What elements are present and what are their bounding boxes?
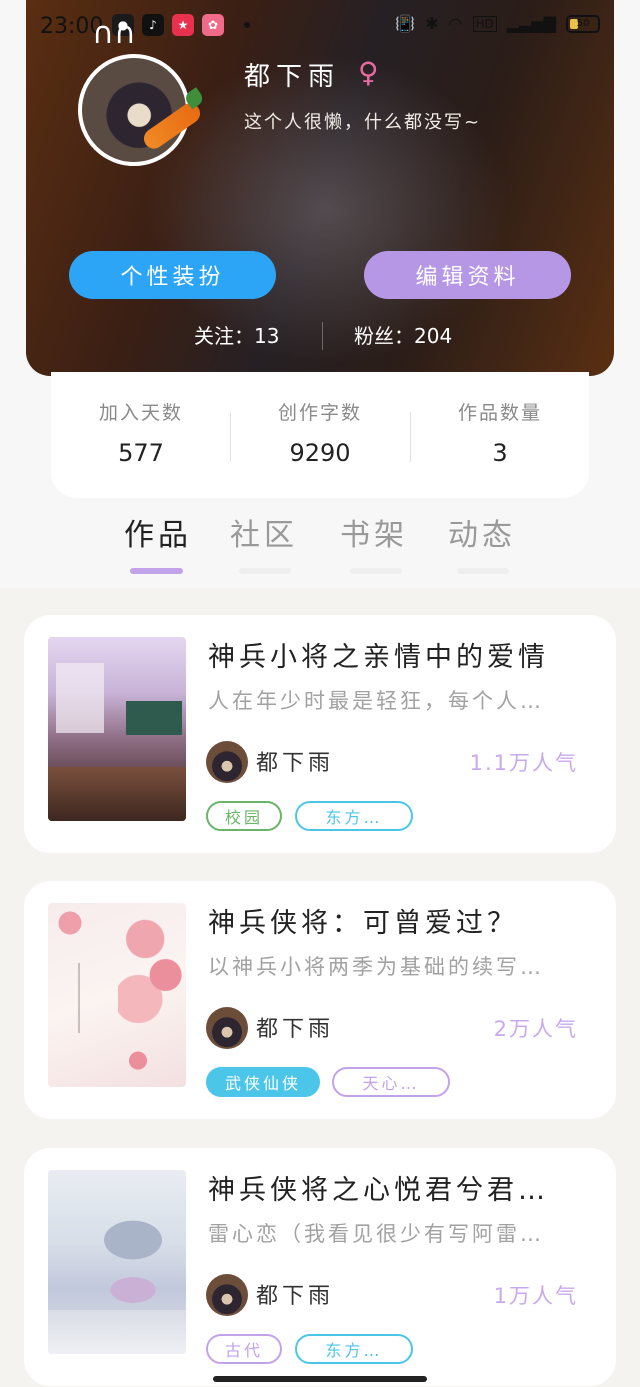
mountain-shape	[88, 1210, 178, 1270]
mist-shape	[48, 1310, 186, 1354]
stat-value: 3	[492, 439, 508, 467]
tree-shape	[98, 1270, 168, 1310]
following-count[interactable]: 关注：13	[194, 320, 279, 349]
tag[interactable]: 东方…	[295, 801, 413, 831]
popularity: 1万人气	[493, 1284, 578, 1308]
calligraphy-shape	[78, 963, 106, 1033]
tab-activity[interactable]: 动态	[448, 510, 516, 554]
dressup-button[interactable]: 个性装扮	[69, 251, 276, 299]
work-title: 神兵侠将：可曾爱过？	[208, 908, 518, 939]
tab-community[interactable]: 社区	[230, 510, 298, 554]
tab-works[interactable]: 作品	[124, 510, 192, 554]
wifi-icon: ◠	[448, 14, 463, 33]
popularity: 2万人气	[493, 1017, 578, 1041]
divider	[322, 322, 323, 350]
tag[interactable]: 古代	[206, 1334, 282, 1364]
vibrate-icon: 📳	[395, 14, 416, 33]
tab-indicator	[239, 568, 291, 574]
author-name: 都下雨	[256, 751, 335, 776]
rabbit-ears-icon: ∩∩	[92, 16, 136, 51]
author-avatar	[206, 741, 248, 783]
work-card[interactable]: 神兵小将之亲情中的爱情 人在年少时最是轻狂，每个人… 都下雨 1.1万人气 校园…	[24, 615, 616, 853]
home-indicator[interactable]	[213, 1376, 427, 1382]
stat-join-days: 加入天数 577	[51, 398, 231, 467]
work-title: 神兵侠将之心悦君兮君…	[208, 1175, 549, 1206]
tab-indicator	[457, 568, 509, 574]
battery-icon: 50	[566, 14, 600, 33]
tag[interactable]: 校园	[206, 801, 282, 831]
tag[interactable]: 天心…	[332, 1067, 450, 1097]
work-title: 神兵小将之亲情中的爱情	[208, 642, 549, 673]
desks-shape	[48, 767, 186, 821]
tab-bookshelf[interactable]: 书架	[340, 510, 408, 554]
follow-stats: 关注：13 粉丝：204	[0, 320, 640, 350]
stat-label: 加入天数	[98, 402, 183, 424]
profile-tabs: 作品 社区 书架 动态	[0, 510, 640, 580]
tiktok-icon: ♪	[142, 14, 164, 36]
app-icon: ★	[172, 14, 194, 36]
signal-icon: ▂▃▅▇	[506, 14, 556, 33]
user-bio: 这个人很懒，什么都没写~	[244, 112, 482, 133]
hd-icon: HD	[472, 15, 497, 32]
work-card[interactable]: 神兵侠将之心悦君兮君… 雷心恋（我看见很少有写阿雷… 都下雨 1万人气 古代 东…	[24, 1148, 616, 1386]
tab-active-indicator	[130, 568, 183, 574]
board-shape	[126, 701, 182, 735]
user-name: 都下雨	[244, 62, 341, 92]
stat-word-count: 创作字数 9290	[230, 398, 410, 467]
notification-dot-icon	[244, 22, 250, 28]
bluetooth-icon: ✱	[425, 14, 439, 33]
book-cover	[48, 1170, 186, 1354]
stat-label: 创作字数	[277, 402, 362, 424]
stat-value: 9290	[289, 439, 351, 467]
blossom-shape	[50, 903, 90, 943]
female-icon: ♀	[358, 56, 379, 89]
blossom-shape	[108, 1043, 168, 1087]
tab-indicator	[350, 568, 402, 574]
status-system-icons: 📳 ✱ ◠ HD ▂▃▅▇ 50	[395, 14, 600, 33]
work-card[interactable]: 神兵侠将：可曾爱过？ 以神兵小将两季为基础的续写… 都下雨 2万人气 武侠仙侠 …	[24, 881, 616, 1119]
tag[interactable]: 东方…	[295, 1334, 413, 1364]
work-description: 人在年少时最是轻狂，每个人…	[208, 689, 544, 713]
book-cover	[48, 637, 186, 821]
work-description: 以神兵小将两季为基础的续写…	[208, 955, 544, 979]
tag[interactable]: 武侠仙侠	[206, 1067, 320, 1097]
work-description: 雷心恋（我看见很少有写阿雷…	[208, 1222, 544, 1246]
book-cover	[48, 903, 186, 1087]
blossom-shape	[118, 903, 186, 1023]
author-name: 都下雨	[256, 1017, 335, 1042]
author-name: 都下雨	[256, 1284, 335, 1309]
stat-label: 作品数量	[457, 402, 542, 424]
window-shape	[56, 663, 104, 733]
author-avatar	[206, 1274, 248, 1316]
stats-card: 加入天数 577 创作字数 9290 作品数量 3	[51, 372, 589, 498]
edit-profile-button[interactable]: 编辑资料	[364, 251, 571, 299]
followers-count[interactable]: 粉丝：204	[354, 320, 452, 349]
app-icon-2: ✿	[202, 14, 224, 36]
stat-value: 577	[118, 439, 164, 467]
stat-work-count: 作品数量 3	[410, 398, 590, 467]
profile-avatar[interactable]	[78, 54, 190, 166]
popularity: 1.1万人气	[469, 751, 578, 775]
author-avatar	[206, 1007, 248, 1049]
